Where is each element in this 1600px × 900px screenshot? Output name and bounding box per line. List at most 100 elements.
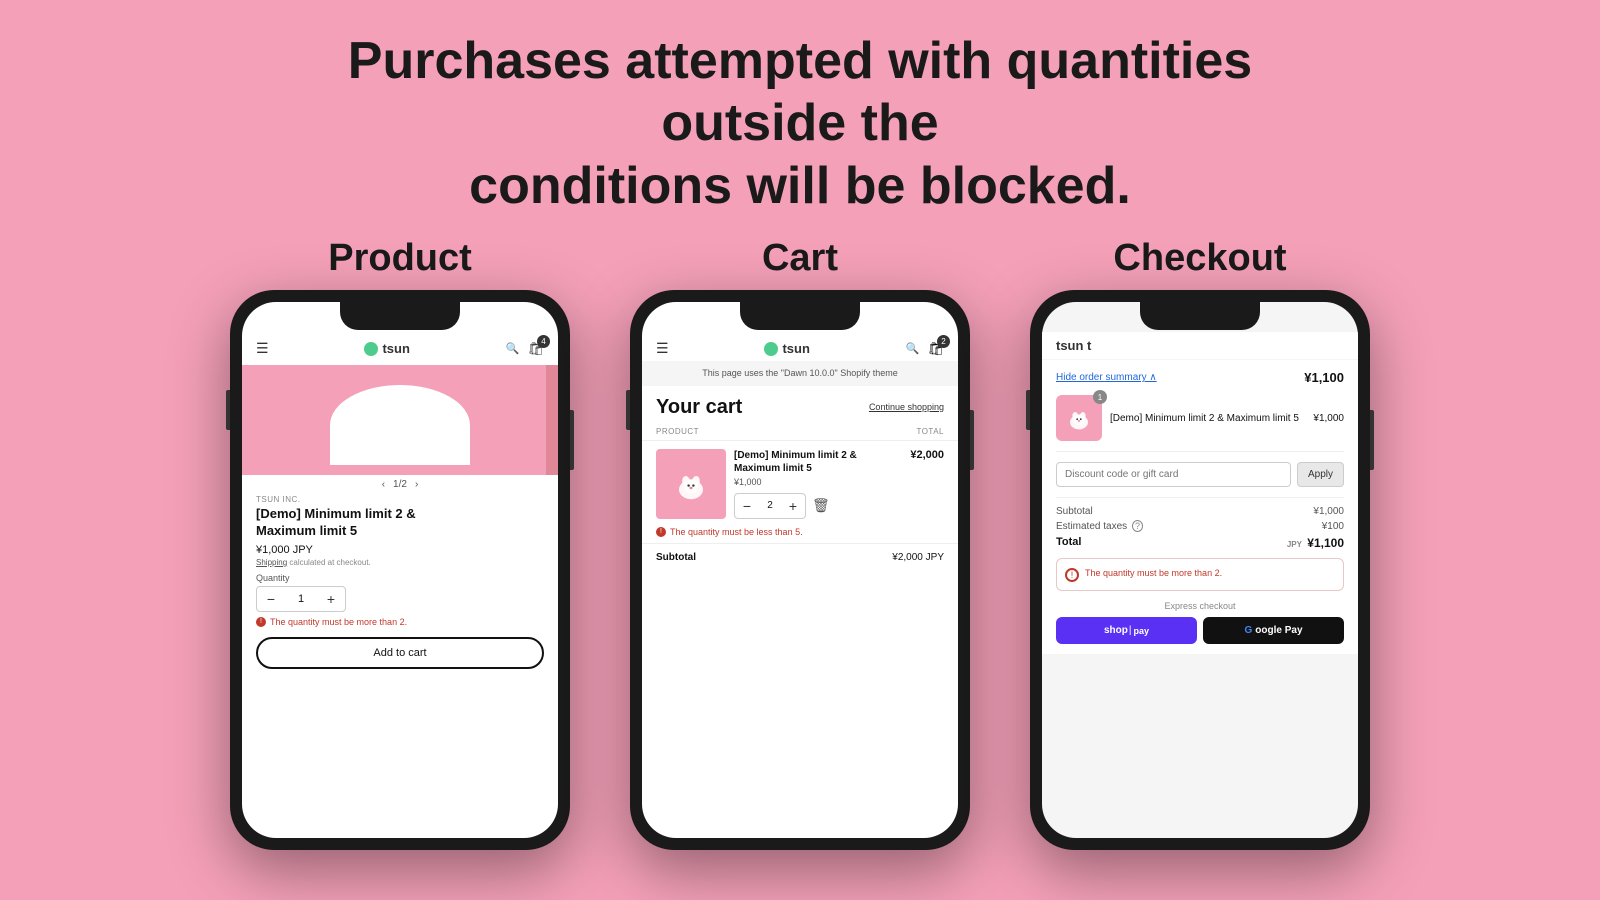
- checkout-error-text: The quantity must be more than 2.: [1085, 567, 1222, 580]
- cart-subtotal-label: Subtotal: [656, 552, 696, 563]
- cart-search-icon[interactable]: 🔍: [906, 342, 920, 355]
- phones-row: Product ☰ tsun 🔍 🛍: [0, 237, 1600, 850]
- product-info: TSUN INC. [Demo] Minimum limit 2 &Maximu…: [242, 493, 558, 629]
- cart-title: Your cart: [656, 396, 742, 419]
- cart-icon[interactable]: 🛍 4: [527, 341, 544, 357]
- cart-qty-decrease[interactable]: −: [735, 493, 759, 519]
- cart-item-name: [Demo] Minimum limit 2 & Maximum limit 5: [734, 449, 902, 475]
- checkout-error-icon: !: [1065, 568, 1079, 582]
- pagination-text: 1/2: [393, 479, 407, 490]
- error-icon: !: [256, 617, 266, 627]
- product-pagination: ‹ 1/2 ›: [242, 479, 558, 490]
- cart-subtotal-value: ¥2,000 JPY: [892, 552, 944, 563]
- cart-phone: ☰ tsun 🔍 🛍 2: [630, 290, 970, 850]
- headline-line2: conditions will be blocked.: [469, 157, 1131, 215]
- product-section: Product ☰ tsun 🔍 🛍: [230, 237, 570, 850]
- total-row: Total JPY ¥1,100: [1056, 536, 1344, 550]
- cart-quantity-control: − 2 +: [734, 493, 806, 519]
- cart-section-label: Cart: [762, 237, 838, 280]
- cart-item: [Demo] Minimum limit 2 & Maximum limit 5…: [642, 441, 958, 527]
- logo-dot: [364, 342, 378, 356]
- shop-pay-logo: pay: [1133, 626, 1149, 636]
- discount-input[interactable]: [1056, 462, 1291, 487]
- apply-button[interactable]: Apply: [1297, 462, 1344, 487]
- checkout-header: tsun t: [1042, 332, 1358, 359]
- cart-quantity-error: ! The quantity must be less than 5.: [642, 527, 958, 537]
- cart-error-icon: !: [656, 527, 666, 537]
- cart-badge: 4: [537, 335, 550, 348]
- cart-item-image: [656, 449, 726, 519]
- cart-content: ☰ tsun 🔍 🛍 2: [642, 302, 958, 571]
- checkout-product-name: [Demo] Minimum limit 2 & Maximum limit 5: [1110, 412, 1305, 425]
- product-quantity-error: ! The quantity must be more than 2.: [256, 617, 544, 627]
- brand-name: TSUN INC.: [256, 495, 544, 504]
- checkout-section: Checkout tsun t Hide order summary ∧ ¥1,…: [1030, 237, 1370, 850]
- col-product: PRODUCT: [656, 427, 699, 436]
- cart-phone-inner: ☰ tsun 🔍 🛍 2: [642, 302, 958, 838]
- quantity-decrease-button[interactable]: −: [257, 587, 285, 611]
- cart-item-details: [Demo] Minimum limit 2 & Maximum limit 5…: [734, 449, 902, 519]
- total-label: Total: [1056, 536, 1081, 550]
- cart-item-total: ¥2,000: [910, 449, 944, 519]
- checkout-quantity-error: ! The quantity must be more than 2.: [1056, 558, 1344, 591]
- product-strip: [546, 365, 558, 475]
- checkout-phone: tsun t Hide order summary ∧ ¥1,100: [1030, 290, 1370, 850]
- next-arrow[interactable]: ›: [415, 479, 418, 490]
- shop-pay-button[interactable]: shop | pay: [1056, 617, 1197, 644]
- col-total: TOTAL: [916, 427, 944, 436]
- cart-qty-increase[interactable]: +: [781, 493, 805, 519]
- cart-notch: [740, 302, 860, 330]
- cart-delete-icon[interactable]: 🗑: [812, 497, 830, 514]
- shop-pay-divider: |: [1129, 625, 1132, 636]
- taxes-label: Estimated taxes ?: [1056, 521, 1143, 532]
- product-graphic: [320, 375, 480, 465]
- gpay-g: G: [1244, 625, 1252, 636]
- discount-row: Apply: [1056, 462, 1344, 487]
- logo-text: tsun: [382, 341, 409, 356]
- express-buttons: shop | pay G oogle Pay: [1056, 617, 1344, 644]
- shipping-link[interactable]: Shipping: [256, 558, 287, 567]
- product-white-shape: [330, 385, 470, 465]
- cart-header: Your cart Continue shopping: [642, 386, 958, 423]
- cart-section: Cart ☰ tsun 🔍 🛍: [630, 237, 970, 850]
- gpay-pay: oogle Pay: [1255, 625, 1302, 636]
- nav-icons: 🔍 🛍 4: [506, 341, 544, 357]
- google-pay-button[interactable]: G oogle Pay: [1203, 617, 1344, 644]
- shop-pay-text: shop: [1104, 625, 1128, 636]
- cart-subtotal: Subtotal ¥2,000 JPY: [642, 543, 958, 571]
- add-to-cart-button[interactable]: Add to cart: [256, 637, 544, 669]
- quantity-label: Quantity: [256, 573, 544, 583]
- checkout-body: Hide order summary ∧ ¥1,100 1: [1042, 360, 1358, 654]
- cart-menu-icon[interactable]: ☰: [656, 340, 669, 357]
- checkout-section-label: Checkout: [1113, 237, 1286, 280]
- quantity-increase-button[interactable]: +: [317, 587, 345, 611]
- checkout-content: tsun t Hide order summary ∧ ¥1,100: [1042, 302, 1358, 838]
- product-notch: [340, 302, 460, 330]
- continue-shopping-link[interactable]: Continue shopping: [869, 402, 944, 412]
- quantity-control: − 1 +: [256, 586, 346, 612]
- subtotal-value: ¥1,000: [1313, 506, 1344, 517]
- checkout-product-image: 1: [1056, 395, 1102, 441]
- checkout-phone-inner: tsun t Hide order summary ∧ ¥1,100: [1042, 302, 1358, 838]
- cart-qty-value: 2: [759, 500, 781, 511]
- main-headline: Purchases attempted with quantities outs…: [250, 30, 1350, 217]
- menu-icon[interactable]: ☰: [256, 340, 269, 357]
- checkout-totals: Subtotal ¥1,000 Estimated taxes ? ¥100: [1056, 497, 1344, 550]
- checkout-dog-icon: [1064, 403, 1094, 433]
- order-summary-total: ¥1,100: [1304, 370, 1344, 385]
- prev-arrow[interactable]: ‹: [382, 479, 385, 490]
- cart-nav-icons: 🔍 🛍 2: [906, 341, 944, 357]
- shipping-suffix: calculated at checkout.: [289, 558, 370, 567]
- order-summary-label[interactable]: Hide order summary ∧: [1056, 372, 1157, 383]
- product-image: [242, 365, 558, 475]
- checkout-product-price: ¥1,000: [1313, 413, 1344, 424]
- search-icon[interactable]: 🔍: [506, 342, 520, 355]
- cart-columns: PRODUCT TOTAL: [642, 423, 958, 441]
- shipping-note: Shipping calculated at checkout.: [256, 558, 544, 567]
- total-currency: JPY: [1287, 540, 1302, 549]
- cart-cart-icon[interactable]: 🛍 2: [927, 341, 944, 357]
- subtotal-label: Subtotal: [1056, 506, 1093, 517]
- cart-qty-row: − 2 + 🗑: [734, 493, 902, 519]
- product-phone: ☰ tsun 🔍 🛍 4: [230, 290, 570, 850]
- cart-item-price: ¥1,000: [734, 477, 902, 487]
